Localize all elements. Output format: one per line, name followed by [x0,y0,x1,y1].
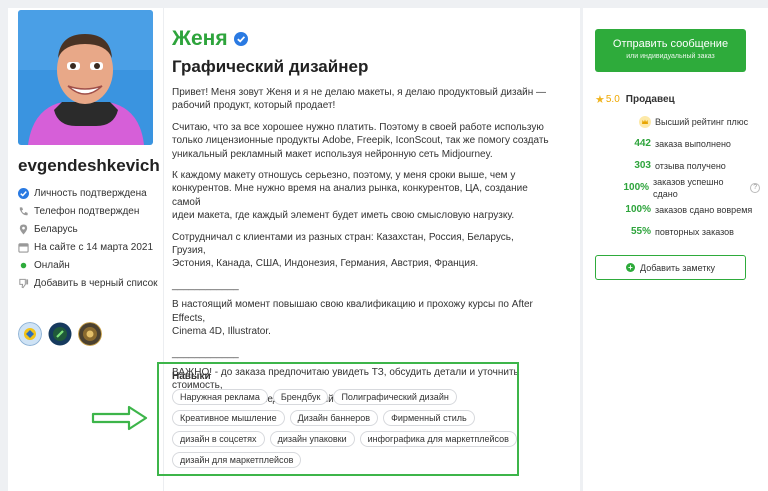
stat-row: 55% повторных заказов [595,221,760,243]
skill-tag[interactable]: Брендбук [272,389,329,405]
send-message-label: Отправить сообщение [612,38,729,50]
send-message-button[interactable]: Отправить сообщение или индивидуальный з… [595,29,746,72]
stat-number: 55% [630,226,651,237]
phone-row: Телефон подтвержден [18,205,158,218]
stat-label: заказов успешно сдано [653,177,724,199]
calendar-icon [18,243,29,253]
top-rating-row: Высший рейтинг плюс [595,111,760,133]
action-card [583,8,768,491]
help-icon[interactable]: ? [750,183,760,193]
online-row: Онлайн [18,259,158,272]
stat-number: 303 [634,160,651,171]
rating-label: Продавец [625,94,675,105]
stat-row: 303 отзыва получено [595,155,760,177]
skill-tag[interactable]: Полиграфический дизайн [333,389,457,405]
stat-row: 442 заказа выполнено [595,133,760,155]
online-label: Онлайн [34,260,70,271]
skills-section: Навыки Наружная реклама Брендбук Полигра… [157,362,519,476]
add-note-button[interactable]: + Добавить заметку [595,255,746,280]
stat-label: повторных заказов [655,227,734,237]
description-divider: ____________ [172,279,239,291]
skill-tag[interactable]: Фирменный стиль [383,410,475,426]
badge-1-icon[interactable] [18,322,42,346]
description-divider: ____________ [172,347,239,359]
verified-icon [233,32,248,46]
plus-icon: + [626,263,636,272]
seller-title: Графический дизайнер [172,57,369,76]
skill-tag[interactable]: Наружная реклама [172,389,268,405]
skills-title: Навыки [172,371,211,382]
add-note-label: Добавить заметку [640,262,715,273]
skill-tag[interactable]: Дизайн баннеров [289,410,379,426]
send-message-sublabel: или индивидуальный заказ [626,53,715,60]
online-dot-icon [20,262,27,269]
skill-tag[interactable]: инфографика для маркетплейсов [359,431,517,447]
badges [18,322,102,346]
stat-label: отзыва получено [655,161,726,171]
description-paragraph: В настоящий момент повышаю свою квалифик… [172,299,533,338]
seller-name: Женя [172,27,228,50]
skills-tags: Наружная реклама Брендбук Полиграфически… [172,389,517,468]
description-paragraph: Считаю, что за все хорошее нужно платить… [172,121,549,160]
location-icon [19,224,28,235]
badge-2-icon[interactable] [48,322,72,346]
star-icon: ★ [595,94,605,106]
check-circle-icon [18,188,29,199]
stat-number: 442 [634,138,651,149]
stat-label: заказов сдано вовремя [655,205,753,215]
phone-icon [19,207,28,216]
stat-number: 100% [625,204,651,215]
stat-number: 100% [623,182,650,193]
rating-row: ★ 5.0 Продавец [595,89,760,111]
skill-tag[interactable]: дизайн упаковки [269,431,355,447]
skill-tag[interactable]: дизайн в соцсетях [172,431,265,447]
location-row: Беларусь [18,223,158,236]
description-paragraph: Сотрудничал с клиентами из разных стран:… [172,231,514,270]
skill-tag[interactable]: Креативное мышление [172,410,285,426]
location-label: Беларусь [34,224,78,235]
blacklist-link[interactable]: Добавить в черный список [34,277,158,290]
profile-info-list: Личность подтверждена Телефон подтвержде… [18,187,158,295]
skill-tag[interactable]: дизайн для маркетплейсов [172,452,302,468]
blacklist-row[interactable]: Добавить в черный список [18,277,158,290]
identity-row: Личность подтверждена [18,187,158,200]
name-row: Женя [172,27,248,51]
arrow-right-icon [91,405,148,431]
stat-row: 100% заказов сдано вовремя [595,199,760,221]
top-rating-label: Высший рейтинг плюс [655,117,749,127]
description-paragraph: Привет! Меня зовут Женя и я не делаю мак… [172,87,547,112]
joined-label: На сайте с 14 марта 2021 [34,242,154,253]
stat-row: 100% заказов успешно сдано ? [595,177,760,199]
description-paragraph: К каждому макету отношусь серьезно, поэт… [172,170,528,222]
rating-value: 5.0 [605,94,620,105]
phone-label: Телефон подтвержден [34,206,140,217]
seller-stats: ★ 5.0 Продавец Высший рейтинг плюс 442 з… [595,89,760,243]
avatar [18,10,153,145]
stat-label: заказа выполнено [655,139,731,149]
crown-badge-icon [639,116,651,128]
joined-row: На сайте с 14 марта 2021 [18,241,158,254]
identity-label: Личность подтверждена [34,188,147,199]
thumbs-down-icon [19,278,29,289]
username: evgendeshkevich [18,156,160,175]
badge-3-icon[interactable] [78,322,102,346]
